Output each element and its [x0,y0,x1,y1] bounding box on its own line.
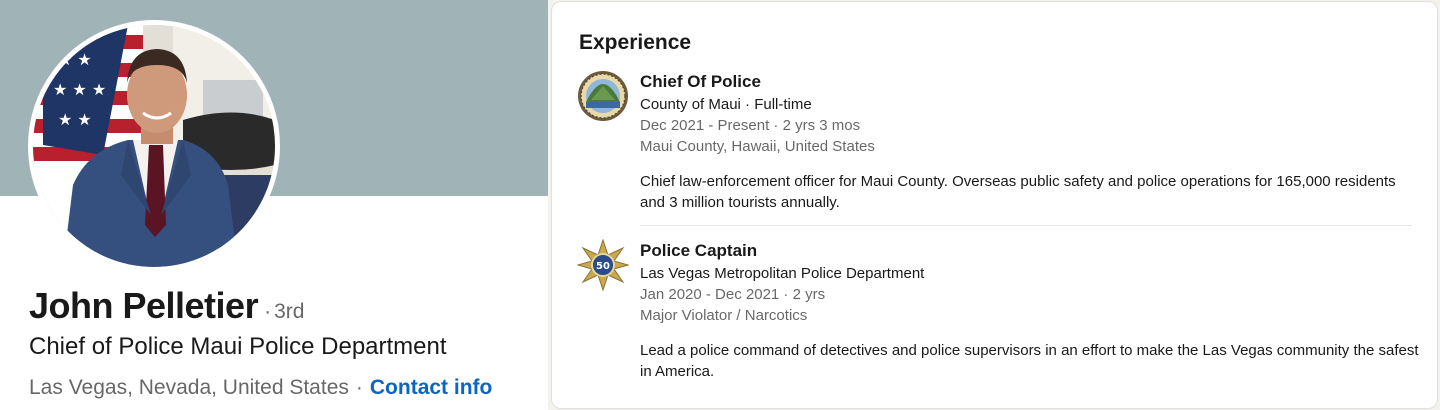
degree-separator: · [264,300,272,323]
experience-info: Chief Of Police County of Maui · Full-ti… [640,70,1420,213]
job-description: Lead a police command of detectives and … [640,342,1419,380]
connection-degree: · 3rd [264,300,304,324]
degree-label: 3rd [274,300,305,323]
location-separator: · [355,376,363,399]
county-of-maui-seal-icon[interactable] [577,70,629,122]
job-location: Maui County, Hawaii, United States [640,138,875,155]
profile-photo: ★ ★ ★ ★ ★ ★ ★ [33,25,275,267]
experience-heading: Experience [579,31,692,54]
experience-info: Police Captain Las Vegas Metropolitan Po… [640,239,1420,382]
job-dates: Dec 2021 - Present · 2 yrs 3 mos [640,117,861,134]
job-description: Chief law-enforcement officer for Maui C… [640,173,1396,211]
job-title[interactable]: Police Captain [640,239,1420,263]
profile-headline: Chief of Police Maui Police Department [29,333,447,360]
lvmpd-star-badge-icon[interactable]: 50 [577,239,629,291]
job-title[interactable]: Chief Of Police [640,70,1420,94]
profile-photo-illustration: ★ ★ ★ ★ ★ ★ ★ [33,25,275,267]
profile-location: Las Vegas, Nevada, United States [29,376,349,399]
company-name: County of Maui · Full-time [640,96,812,113]
contact-info-link[interactable]: Contact info [370,376,492,400]
job-location: Major Violator / Narcotics [640,307,808,324]
company-name: Las Vegas Metropolitan Police Department [640,265,925,282]
location-row: Las Vegas, Nevada, United States · Conta… [29,376,492,400]
divider [640,225,1412,226]
svg-text:★ ★: ★ ★ [58,110,92,129]
job-dates: Jan 2020 - Dec 2021 · 2 yrs [640,286,826,303]
profile-name: John Pelletier [29,285,259,326]
badge-number: 50 [596,261,610,272]
avatar[interactable]: ★ ★ ★ ★ ★ ★ ★ [28,20,280,272]
svg-text:★ ★ ★: ★ ★ ★ [53,80,106,99]
profile-card: ★ ★ ★ ★ ★ ★ ★ John Pelletier · 3rd Chief… [0,0,548,410]
name-row: John Pelletier · 3rd [29,285,304,327]
page: ★ ★ ★ ★ ★ ★ ★ John Pelletier · 3rd Chief… [0,0,1440,410]
experience-card: Experience Chief Of Police County of Mau… [551,1,1438,409]
